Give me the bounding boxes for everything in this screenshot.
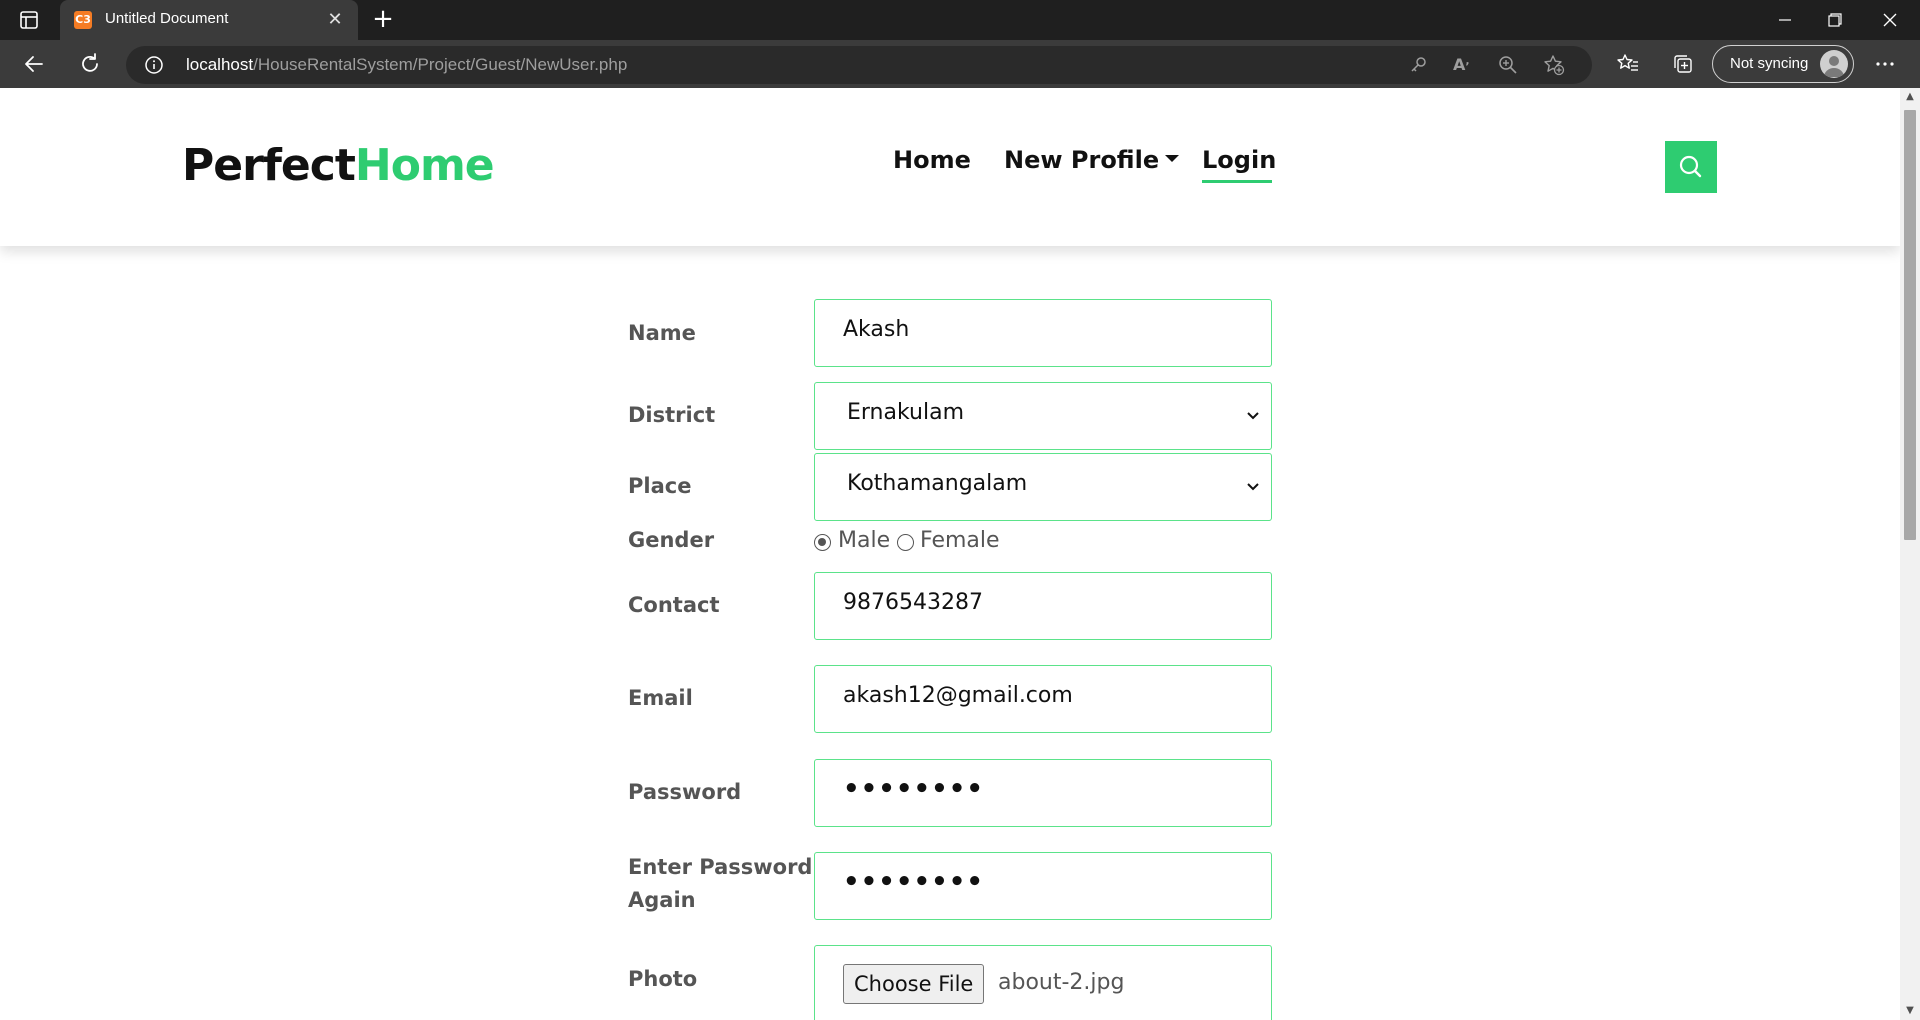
more-options-icon[interactable] (1871, 50, 1899, 78)
browser-tab[interactable]: C3 Untitled Document ✕ (60, 0, 358, 40)
gender-label: Gender (628, 528, 715, 552)
site-info-icon[interactable] (144, 55, 164, 75)
contact-input[interactable]: 9876543287 (814, 572, 1272, 640)
zoom-icon[interactable] (1498, 55, 1518, 75)
nav-login[interactable]: Login (1202, 146, 1276, 174)
refresh-icon[interactable] (76, 50, 104, 78)
chevron-down-icon (1247, 412, 1259, 420)
tab-actions-icon[interactable] (18, 9, 40, 31)
restore-icon[interactable] (1806, 0, 1862, 40)
confirm-password-input[interactable]: •••••••• (814, 852, 1272, 920)
name-input[interactable]: Akash (814, 299, 1272, 367)
site-logo[interactable]: PerfectHome (182, 140, 495, 191)
chevron-down-icon (1165, 154, 1180, 162)
tab-title: Untitled Document (105, 10, 229, 27)
photo-file-input[interactable]: Choose File about-2.jpg (814, 945, 1272, 1020)
nav-new-profile-label: New Profile (1004, 146, 1160, 174)
minimize-icon[interactable] (1757, 0, 1813, 40)
close-window-icon[interactable] (1862, 0, 1918, 40)
logo-accent-text: Home (354, 140, 495, 191)
add-favorite-icon[interactable] (1543, 54, 1565, 76)
selected-file-name: about-2.jpg (998, 970, 1125, 995)
new-tab-icon[interactable]: + (370, 6, 396, 33)
gender-female-label: Female (920, 528, 1000, 553)
photo-label: Photo (628, 967, 698, 991)
active-nav-underline (1202, 180, 1272, 183)
name-label: Name (628, 321, 696, 345)
logo-main-text: Perfect (182, 140, 356, 191)
email-label: Email (628, 686, 693, 710)
password-masked-value: •••••••• (843, 774, 984, 804)
nav-new-profile[interactable]: New Profile (1004, 146, 1180, 174)
gender-male-label: Male (838, 528, 891, 553)
name-value: Akash (843, 317, 910, 342)
place-label: Place (628, 474, 692, 498)
browser-toolbar: localhost/HouseRentalSystem/Project/Gues… (0, 40, 1920, 88)
password-label: Password (628, 780, 742, 804)
contact-value: 9876543287 (843, 590, 983, 615)
district-label: District (628, 403, 716, 427)
place-value: Kothamangalam (847, 471, 1028, 496)
url-path: /HouseRentalSystem/Project/Guest/NewUser… (253, 55, 628, 74)
sync-status-label: Not syncing (1730, 55, 1809, 72)
choose-file-button[interactable]: Choose File (843, 964, 985, 1004)
address-bar[interactable]: localhost/HouseRentalSystem/Project/Gues… (126, 46, 1592, 84)
district-select[interactable]: Ernakulam (814, 382, 1272, 450)
password-input[interactable]: •••••••• (814, 759, 1272, 827)
confirm-password-masked-value: •••••••• (843, 867, 984, 897)
scroll-down-icon[interactable]: ▼ (1905, 1006, 1915, 1016)
scroll-up-icon[interactable]: ▲ (1905, 92, 1915, 102)
confirm-password-label-line1: Enter Password (628, 855, 813, 879)
url-host: localhost (186, 55, 254, 74)
email-value: akash12@gmail.com (843, 683, 1073, 708)
contact-label: Contact (628, 593, 720, 617)
search-button[interactable] (1665, 141, 1717, 193)
email-input[interactable]: akash12@gmail.com (814, 665, 1272, 733)
read-aloud-icon[interactable]: Aʼ (1453, 55, 1475, 75)
chevron-down-icon (1247, 483, 1259, 491)
gender-male-radio[interactable] (814, 534, 831, 551)
gender-female-radio[interactable] (897, 534, 914, 551)
page-viewport: PerfectHome Home New Profile Login Name … (0, 88, 1900, 1020)
back-icon[interactable] (20, 50, 48, 78)
site-header: PerfectHome Home New Profile Login (0, 88, 1900, 246)
url-text: localhost/HouseRentalSystem/Project/Gues… (186, 55, 627, 75)
xampp-favicon-icon: C3 (74, 11, 92, 29)
browser-titlebar: C3 Untitled Document ✕ + (0, 0, 1920, 40)
scrollbar-thumb[interactable] (1904, 110, 1916, 540)
page-scrollbar[interactable]: ▲ ▼ (1900, 88, 1920, 1020)
nav-home[interactable]: Home (893, 146, 971, 174)
key-icon[interactable] (1408, 55, 1428, 75)
search-icon (1679, 155, 1702, 178)
profile-sync-button[interactable]: Not syncing (1712, 45, 1854, 83)
district-value: Ernakulam (847, 400, 965, 425)
profile-avatar-icon (1820, 50, 1848, 78)
confirm-password-label: Enter Password Again (628, 851, 812, 917)
favorites-icon[interactable] (1614, 50, 1642, 78)
close-tab-icon[interactable]: ✕ (324, 9, 346, 31)
place-select[interactable]: Kothamangalam (814, 453, 1272, 521)
collections-icon[interactable] (1669, 50, 1697, 78)
confirm-password-label-line2: Again (628, 888, 696, 912)
